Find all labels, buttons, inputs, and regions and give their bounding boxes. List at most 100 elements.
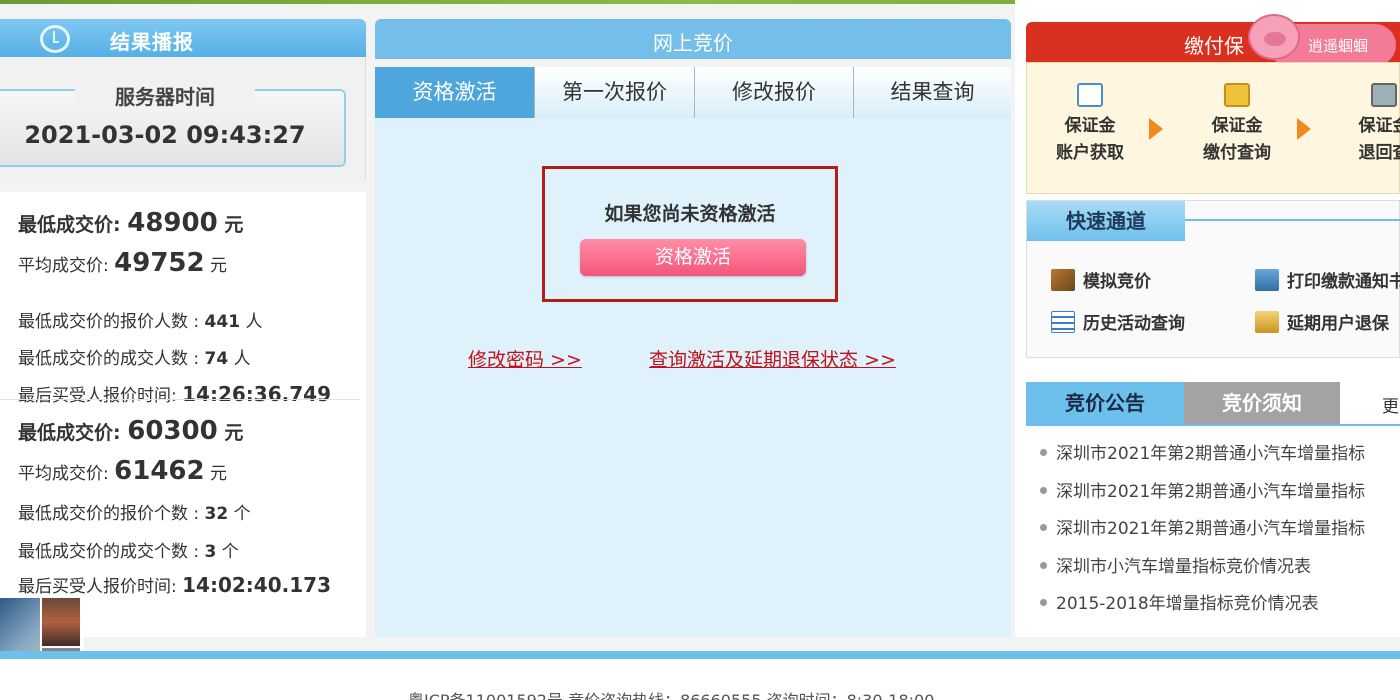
deposit-query-line1: 保证金 bbox=[1211, 116, 1263, 136]
winners-unit: 个 bbox=[221, 542, 239, 562]
bidders-value: 441 bbox=[204, 312, 241, 332]
last-time-row: 最后买受人报价时间: 14:02:40.173 bbox=[18, 572, 331, 597]
last-time-label: 最后买受人报价时间: bbox=[18, 386, 177, 406]
min-price-row: 最低成交价: 48900 元 bbox=[18, 208, 243, 238]
gavel-icon bbox=[1051, 269, 1075, 291]
avg-price-row: 平均成交价: 61462 元 bbox=[18, 456, 227, 486]
activation-panel: 如果您尚未资格激活 资格激活 修改密码 >> 查询激活及延期退保状态 >> bbox=[375, 118, 1011, 637]
deposit-payment-title: 缴付保 bbox=[1184, 34, 1244, 58]
quick-item-deferred-refund[interactable]: 延期用户退保 bbox=[1255, 309, 1389, 334]
min-price-unit: 元 bbox=[224, 422, 244, 444]
deposit-account-line2: 账户获取 bbox=[1056, 143, 1124, 163]
pig-nose-icon bbox=[1264, 32, 1286, 46]
server-time-label: 服务器时间 bbox=[115, 85, 215, 109]
min-price-label: 最低成交价: bbox=[18, 422, 121, 444]
deposit-account-link[interactable]: 保证金 账户获取 bbox=[1045, 83, 1135, 167]
binoculars-icon bbox=[1371, 83, 1397, 107]
quick-item-label: 历史活动查询 bbox=[1083, 314, 1185, 334]
notice-item[interactable]: 深圳市2021年第2期普通小汽车增量指标 bbox=[1040, 439, 1400, 464]
monitor-card-icon bbox=[1224, 83, 1250, 107]
min-price-label: 最低成交价: bbox=[18, 214, 121, 236]
winners-row: 最低成交价的成交个数 : 3 个 bbox=[18, 537, 239, 562]
bidders-row: 最低成交价的报价人数 : 441 人 bbox=[18, 307, 262, 332]
winners-value: 74 bbox=[204, 349, 229, 369]
notice-item[interactable]: 深圳市小汽车增量指标竞价情况表 bbox=[1040, 552, 1400, 577]
bidders-label: 最低成交价的报价人数 : bbox=[18, 312, 200, 332]
tab-bid-instructions[interactable]: 竞价须知 bbox=[1184, 382, 1340, 424]
pig-avatar-icon bbox=[1248, 14, 1300, 60]
quick-item-label: 打印缴款通知书 bbox=[1287, 272, 1400, 292]
bidders-label: 最低成交价的报价个数 : bbox=[18, 504, 200, 524]
quick-item-print-notice[interactable]: 打印缴款通知书 bbox=[1255, 267, 1400, 292]
step-arrow-icon bbox=[1149, 118, 1163, 140]
tab-bid-announcement[interactable]: 竞价公告 bbox=[1026, 382, 1184, 424]
winners-value: 3 bbox=[204, 542, 217, 562]
quick-item-simulated-bid[interactable]: 模拟竞价 bbox=[1051, 267, 1151, 292]
deposit-steps: 保证金 账户获取 保证金 缴付查询 保证金 退回查 bbox=[1026, 62, 1400, 194]
more-link[interactable]: 更 bbox=[1382, 392, 1399, 417]
step-arrow-icon bbox=[1297, 118, 1311, 140]
results-stats: 最低成交价: 48900 元 平均成交价: 49752 元 最低成交价的报价人数… bbox=[0, 192, 366, 637]
notice-list: 深圳市2021年第2期普通小汽车增量指标 深圳市2021年第2期普通小汽车增量指… bbox=[1026, 430, 1400, 630]
deposit-refund-line2: 退回查 bbox=[1358, 143, 1400, 163]
tab-result-query[interactable]: 结果查询 bbox=[854, 67, 1011, 118]
online-bidding-header: 网上竞价 bbox=[375, 19, 1011, 59]
refresh-icon[interactable] bbox=[40, 25, 70, 53]
bidding-tabs: 资格激活 第一次报价 修改报价 结果查询 bbox=[375, 67, 1011, 118]
avg-price-unit: 元 bbox=[210, 464, 228, 484]
quick-access-panel: 快速通道 模拟竞价 打印缴款通知书 历史活动查询 延期用户退保 bbox=[1026, 200, 1400, 358]
printer-icon bbox=[1255, 269, 1279, 291]
document-search-icon bbox=[1077, 83, 1103, 107]
query-status-link[interactable]: 查询激活及延期退保状态 >> bbox=[649, 345, 896, 372]
min-price-row: 最低成交价: 60300 元 bbox=[18, 416, 243, 446]
bidders-unit: 人 bbox=[245, 312, 263, 332]
bidders-unit: 个 bbox=[233, 504, 251, 524]
username-label: 逍遥蝈蝈 bbox=[1308, 37, 1369, 55]
quick-access-rule bbox=[1185, 219, 1400, 221]
last-time-value: 14:26:36.749 bbox=[182, 382, 331, 406]
winners-row: 最低成交价的成交人数 : 74 人 bbox=[18, 344, 251, 369]
notice-item[interactable]: 深圳市2021年第2期普通小汽车增量指标 bbox=[1040, 514, 1400, 539]
change-password-link[interactable]: 修改密码 >> bbox=[468, 345, 582, 372]
footer-text: 粤ICP备11001592号 竞价咨询热线：86660555 咨询时间：8:30… bbox=[408, 687, 934, 700]
avg-price-row: 平均成交价: 49752 元 bbox=[18, 248, 227, 278]
last-time-row: 最后买受人报价时间: 14:26:36.749 bbox=[18, 381, 331, 406]
bidders-value: 32 bbox=[204, 504, 229, 524]
winners-label: 最低成交价的成交个数 : bbox=[18, 542, 200, 562]
avg-price-unit: 元 bbox=[210, 256, 228, 276]
winners-unit: 人 bbox=[233, 349, 251, 369]
footer: 粤ICP备11001592号 竞价咨询热线：86660555 咨询时间：8:30… bbox=[0, 659, 1400, 700]
ad-thumbnail-game[interactable] bbox=[42, 598, 80, 646]
notice-item[interactable]: 2015-2018年增量指标竞价情况表 bbox=[1040, 589, 1400, 614]
tab-activate[interactable]: 资格激活 bbox=[375, 67, 535, 118]
notice-tabs: 竞价公告 竞价须知 更 bbox=[1026, 382, 1400, 424]
notice-item[interactable]: 深圳市2021年第2期普通小汽车增量指标 bbox=[1040, 477, 1400, 502]
min-price-value: 48900 bbox=[127, 208, 218, 238]
clipboard-icon bbox=[1255, 311, 1279, 333]
deposit-refund-link[interactable]: 保证金 退回查 bbox=[1339, 83, 1400, 167]
bidders-row: 最低成交价的报价个数 : 32 个 bbox=[18, 499, 251, 524]
avg-price-value: 49752 bbox=[114, 248, 205, 278]
user-badge[interactable]: 逍遥蝈蝈 bbox=[1248, 8, 1398, 70]
min-price-unit: 元 bbox=[224, 214, 244, 236]
quick-item-history[interactable]: 历史活动查询 bbox=[1051, 309, 1185, 334]
deposit-refund-line1: 保证金 bbox=[1358, 116, 1400, 136]
online-bidding-title: 网上竞价 bbox=[653, 31, 733, 55]
avg-price-label: 平均成交价: bbox=[18, 464, 109, 484]
tab-first-bid[interactable]: 第一次报价 bbox=[535, 67, 695, 118]
server-time-panel: 服务器时间 2021-03-02 09:43:27 bbox=[0, 57, 366, 181]
avg-price-label: 平均成交价: bbox=[18, 256, 109, 276]
results-broadcast-header: 结果播报 bbox=[0, 19, 366, 57]
tab-modify-bid[interactable]: 修改报价 bbox=[695, 67, 854, 118]
footer-rule bbox=[0, 651, 1400, 659]
quick-item-label: 延期用户退保 bbox=[1287, 314, 1389, 334]
winners-label: 最低成交价的成交人数 : bbox=[18, 349, 200, 369]
activate-button[interactable]: 资格激活 bbox=[580, 239, 806, 276]
min-price-value: 60300 bbox=[127, 416, 218, 446]
deposit-query-line2: 缴付查询 bbox=[1203, 143, 1271, 163]
server-time-value: 2021-03-02 09:43:27 bbox=[24, 121, 306, 149]
calendar-icon bbox=[1051, 311, 1075, 333]
activation-prompt: 如果您尚未资格激活 bbox=[604, 203, 776, 225]
deposit-query-link[interactable]: 保证金 缴付查询 bbox=[1192, 83, 1282, 167]
last-time-label: 最后买受人报价时间: bbox=[18, 577, 177, 597]
